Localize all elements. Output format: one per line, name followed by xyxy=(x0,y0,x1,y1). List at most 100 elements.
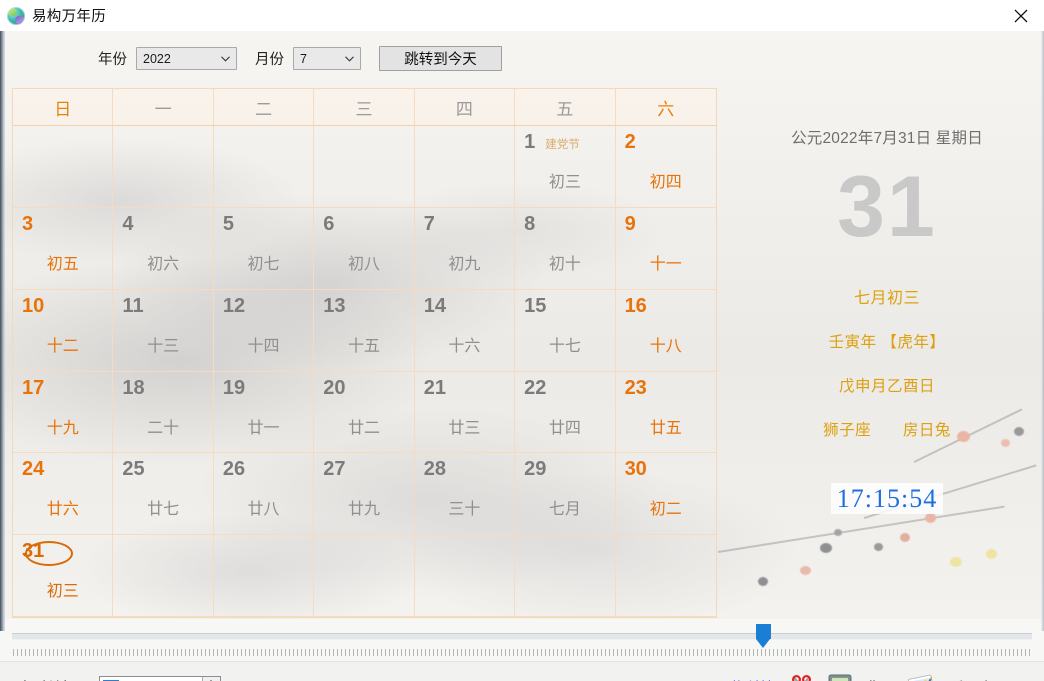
day-cell-empty xyxy=(113,535,214,617)
opacity-slider[interactable] xyxy=(0,619,1044,661)
lunar-day-label: 初三 xyxy=(548,172,581,191)
day-cell[interactable]: 10 十二 xyxy=(13,289,114,372)
title-bar: 易构万年历 xyxy=(0,0,1044,32)
day-cell-top: 28 xyxy=(424,459,505,485)
day-cell[interactable]: 18 二十 xyxy=(113,371,214,454)
big-day-number: 31 xyxy=(837,159,937,255)
day-cell[interactable]: 4 初六 xyxy=(113,207,214,290)
day-cell[interactable]: 23 廿五 xyxy=(615,372,716,454)
app-globe-swirl-icon xyxy=(7,6,25,25)
day-cell[interactable]: 1 建党节初三 xyxy=(515,126,616,208)
day-cell-top: 11 xyxy=(122,296,203,322)
day-cell[interactable]: 9 十一 xyxy=(615,208,716,290)
day-cell-top xyxy=(424,541,505,567)
live-clock: 17:15:54 xyxy=(730,483,1044,514)
day-cell[interactable]: 3 初五 xyxy=(13,207,114,290)
day-cell[interactable]: 27 廿九 xyxy=(314,453,415,536)
weekday-header-4: 四 xyxy=(414,89,516,126)
day-cell[interactable]: 7 初九 xyxy=(414,207,516,290)
day-cell[interactable]: 5 初七 xyxy=(213,207,315,290)
day-cell[interactable]: 13 十五 xyxy=(314,289,415,372)
day-cell[interactable]: 24 廿六 xyxy=(13,453,114,536)
day-cell[interactable]: 31 初三 xyxy=(13,535,114,617)
day-cell[interactable]: 25 廿七 xyxy=(113,453,214,536)
status-bar: 定时关机： 17:10:00 易构科技 xyxy=(0,661,1044,681)
slider-track[interactable] xyxy=(12,633,1032,640)
slider-thumb[interactable] xyxy=(755,624,771,648)
day-cell-top: 14 xyxy=(424,296,505,322)
day-number: 28 xyxy=(423,458,446,481)
day-cell[interactable]: 29 七月 xyxy=(515,453,616,536)
window-title: 易构万年历 xyxy=(32,9,106,25)
day-cell[interactable]: 2 初四 xyxy=(615,126,716,208)
day-cell[interactable]: 20 廿二 xyxy=(314,371,415,454)
client-area: 年份 2022 月份 7 跳转到今天 日一二三四五六 1 建党节 初三 2 初四 3 初五 4 初… xyxy=(0,31,1044,681)
day-detail-panel: 公元2022年7月31日 星期日 31 七月初三 壬寅年 【虎年】 戊申月乙酉日… xyxy=(730,88,1044,618)
lunar-day-label: 初三 xyxy=(46,581,79,601)
day-number: 13 xyxy=(323,294,346,317)
lunar-day-label: 十五 xyxy=(347,335,380,355)
day-cell[interactable]: 11 十三 xyxy=(113,289,214,372)
day-cell-empty xyxy=(515,535,616,617)
lunar-day-label: 十三 xyxy=(147,335,180,355)
year-select[interactable]: 2022 xyxy=(136,47,237,70)
day-cell-top: 18 xyxy=(122,378,203,404)
day-cell-empty xyxy=(414,126,516,208)
day-cell-top: 29 xyxy=(524,459,605,485)
day-cell[interactable]: 6 初八 xyxy=(314,207,415,290)
zodiac-row: 狮子座 房日兔 xyxy=(730,418,1044,440)
lunar-day-label: 七月 xyxy=(548,499,581,519)
month-select[interactable]: 7 xyxy=(293,47,361,70)
lunar-day-label: 二十 xyxy=(147,417,180,437)
day-number: 12 xyxy=(222,294,246,317)
picture-icon[interactable] xyxy=(907,674,936,681)
day-cell[interactable]: 26 廿八 xyxy=(213,453,315,536)
festival-label: 建党节 xyxy=(545,139,580,151)
lunar-day-label: 廿一 xyxy=(247,417,280,437)
lunar-day-label: 初二 xyxy=(649,499,682,519)
scissors-icon[interactable] xyxy=(788,674,815,681)
day-cell-top: 23 xyxy=(625,378,707,404)
opacity-label: 透明度 xyxy=(949,677,993,681)
calculator-icon[interactable] xyxy=(828,674,852,681)
day-cell[interactable]: 22 廿四 xyxy=(515,371,616,454)
lunar-day-label: 廿五 xyxy=(649,417,682,437)
day-cell-top xyxy=(223,541,304,567)
day-number: 17 xyxy=(22,376,45,399)
day-number: 1 xyxy=(524,131,536,153)
slider-tick-marks xyxy=(13,649,1031,656)
lunar-day-label: 十七 xyxy=(548,335,581,355)
day-cell[interactable]: 21 廿三 xyxy=(414,371,516,454)
shutdown-timer-label: 定时关机： xyxy=(18,677,91,681)
day-number: 25 xyxy=(122,458,145,481)
day-cell[interactable]: 14 十六 xyxy=(414,289,516,372)
day-cell[interactable]: 15 十七 xyxy=(515,289,616,372)
lunar-day-label: 廿六 xyxy=(46,499,79,519)
day-cell[interactable]: 8 初十 xyxy=(515,207,616,290)
lunar-day-label: 初四 xyxy=(649,172,682,191)
day-cell-top: 4 xyxy=(122,214,203,240)
day-cell-top: 12 xyxy=(223,296,304,322)
day-cell[interactable]: 19 廿一 xyxy=(213,371,315,454)
day-cell-top: 13 xyxy=(323,296,404,322)
day-cell[interactable]: 17 十九 xyxy=(13,371,114,454)
lunar-day-label: 初六 xyxy=(147,253,180,273)
day-number: 14 xyxy=(423,294,446,317)
day-cell[interactable]: 16 十八 xyxy=(615,290,716,372)
weekday-header-0: 日 xyxy=(13,89,114,126)
time-stepper[interactable] xyxy=(201,676,220,681)
day-cell[interactable]: 30 初二 xyxy=(615,453,716,536)
weekday-header-5: 五 xyxy=(515,89,616,126)
day-number: 2 xyxy=(624,131,636,153)
close-icon[interactable] xyxy=(998,1,1044,31)
company-link[interactable]: 易构科技 xyxy=(716,677,774,681)
calendar-application-window: 易构万年历 年份 2022 月份 7 跳转到今天 日 一 二 三 四 五 六 1… xyxy=(0,0,1044,681)
day-cell[interactable]: 12 十四 xyxy=(213,289,315,372)
day-number: 9 xyxy=(624,212,636,235)
day-cell[interactable]: 28 三十 xyxy=(414,453,516,536)
month-select-value: 7 xyxy=(300,51,307,66)
month-label: 月份 xyxy=(255,52,284,68)
day-cell-top xyxy=(223,132,304,158)
shutdown-time-input[interactable]: 17:10:00 xyxy=(98,675,221,681)
jump-to-today-button[interactable]: 跳转到今天 xyxy=(379,46,502,71)
